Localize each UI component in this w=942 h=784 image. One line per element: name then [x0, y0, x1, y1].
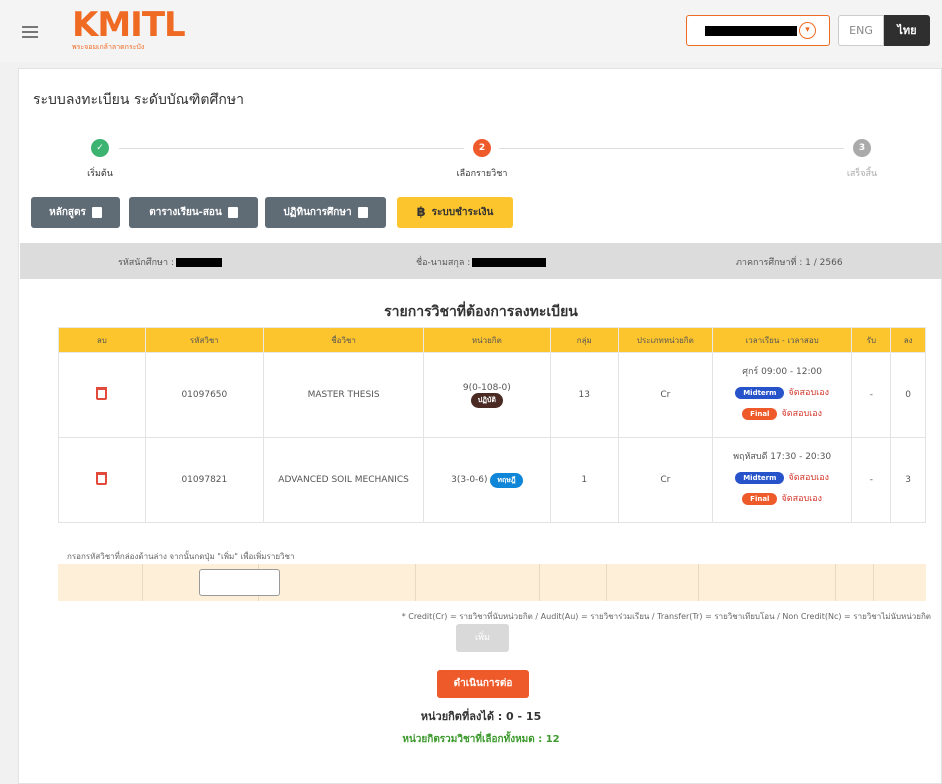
trash-icon[interactable] [96, 472, 108, 485]
student-name: ชื่อ-นามสกุล : [416, 255, 547, 269]
table-row: 01097650 MASTER THESIS 9(0-108-0) ปฏิบัติ… [58, 352, 926, 438]
book-icon [91, 207, 102, 218]
final-badge: Final [742, 407, 778, 420]
trash-icon[interactable] [96, 387, 108, 400]
add-course-row [58, 564, 926, 601]
redacted-username [705, 26, 797, 36]
page-title: ระบบลงทะเบียน ระดับบัณฑิตศึกษา [33, 92, 244, 108]
step-connector [119, 148, 464, 149]
midterm-badge: Midterm [735, 386, 785, 399]
add-instruction: กรอกรหัสวิชาที่กล่องด้านล่าง จากนั้นกดปุ… [67, 552, 295, 561]
student-info-bar: รหัสนักศึกษา : ชื่อ-นามสกุล : ภาคการศึกษ… [20, 243, 942, 279]
redacted-student-name [472, 258, 547, 267]
menu-icon[interactable] [22, 26, 38, 38]
baht-icon: ฿ [416, 205, 426, 220]
curriculum-button[interactable]: หลักสูตร [31, 197, 120, 228]
step-connector [499, 148, 844, 149]
chevron-down-icon: ▾ [799, 22, 816, 39]
credit-type-legend: * Credit(Cr) = รายวิชาที่นับหน่วยกิต / A… [401, 612, 931, 621]
midterm-badge: Midterm [735, 471, 785, 484]
kmitl-logo: KMITL พระจอมเกล้าลาดกระบัง [72, 5, 186, 51]
step-select-course: 2 เลือกรายวิชา [442, 139, 522, 180]
user-dropdown[interactable]: ▾ [686, 15, 830, 46]
semester: ภาคการศึกษาที่ : 1 / 2566 [736, 258, 843, 268]
continue-button[interactable]: ดำเนินการต่อ [437, 670, 529, 698]
step-finish: 3 เสร็จสิ้น [822, 139, 902, 180]
table-title: รายการวิชาที่ต้องการลงทะเบียน [384, 304, 578, 320]
student-id: รหัสนักศึกษา : [118, 255, 222, 269]
credits-total: หน่วยกิตรวมวิชาที่เลือกทั้งหมด : 12 [402, 734, 560, 745]
credit-badge: ปฏิบัติ [470, 392, 503, 408]
credit-badge: ทฤษฎี [490, 472, 523, 488]
main-card: ระบบลงทะเบียน ระดับบัณฑิตศึกษา ✓ เริ่มต้… [18, 68, 942, 784]
step-start: ✓ เริ่มต้น [60, 139, 140, 180]
academic-calendar-button[interactable]: ปฏิทินการศึกษา [265, 197, 386, 228]
add-button[interactable]: เพิ่ม [456, 624, 509, 652]
top-bar: KMITL พระจอมเกล้าลาดกระบัง ▾ ENG ไทย [0, 0, 942, 62]
check-icon: ✓ [91, 139, 109, 157]
final-badge: Final [742, 492, 778, 505]
calendar-clock-icon [227, 207, 238, 218]
course-table: ลบ รหัสวิชา ชื่อวิชา หน่วยกิต กลุ่ม ประเ… [58, 327, 926, 523]
lang-thai-button[interactable]: ไทย [884, 15, 930, 46]
credits-allowed: หน่วยกิตที่ลงได้ : 0 - 15 [420, 710, 542, 723]
lang-eng-button[interactable]: ENG [838, 15, 884, 46]
course-code-input[interactable] [199, 569, 280, 596]
payment-button[interactable]: ฿ระบบชำระเงิน [397, 197, 513, 228]
timetable-button[interactable]: ตารางเรียน-สอน [129, 197, 258, 228]
redacted-student-id [175, 258, 222, 267]
calendar-icon [357, 207, 368, 218]
table-row: 01097821 ADVANCED SOIL MECHANICS 3(3-0-6… [58, 437, 926, 523]
